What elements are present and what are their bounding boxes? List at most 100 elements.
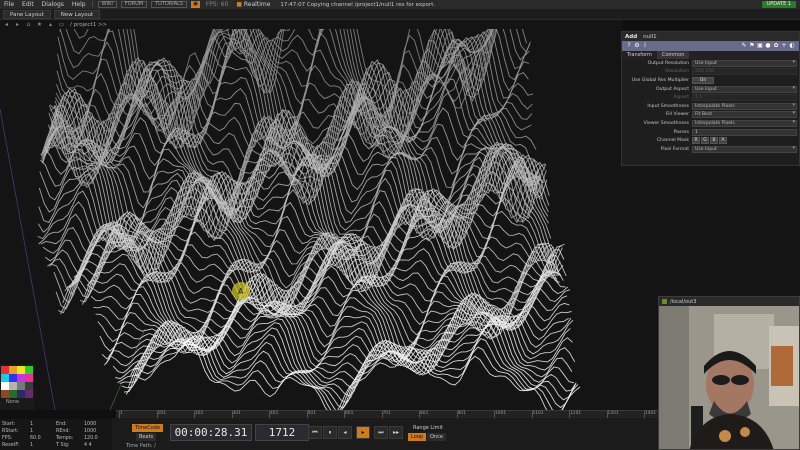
- python-icon[interactable]: ⚙: [633, 42, 641, 50]
- new-layout-button[interactable]: New Layout: [53, 9, 101, 19]
- help-icon[interactable]: ?: [625, 42, 633, 50]
- color-swatch[interactable]: [25, 382, 33, 390]
- tsig-field[interactable]: 4 4: [84, 443, 112, 450]
- settings-icon[interactable]: ✿: [772, 42, 780, 50]
- passes-field[interactable]: 1: [692, 128, 797, 136]
- go-end-button[interactable]: ⏭: [374, 426, 388, 439]
- output-aspect-select[interactable]: Use Input: [692, 85, 797, 93]
- fill-viewer-select[interactable]: Fit Best: [692, 111, 797, 119]
- resolution-field[interactable]: 256 256: [692, 68, 797, 76]
- param-rows: Output Resolution Use Input Resolution 2…: [622, 59, 799, 154]
- step-back-button[interactable]: ◂: [338, 426, 352, 439]
- ruler-tick: 501: [306, 411, 316, 419]
- color-swatch[interactable]: [17, 366, 25, 374]
- loop-button[interactable]: Loop: [408, 433, 426, 441]
- edit-icon[interactable]: ✎: [740, 42, 748, 50]
- tutorials-link[interactable]: TUTORIALS: [151, 1, 188, 8]
- forward-icon[interactable]: ▸: [13, 21, 22, 28]
- palette-none-label[interactable]: None: [6, 399, 34, 405]
- beats-button[interactable]: Beats: [136, 433, 157, 441]
- ruler-tick: 701: [381, 411, 391, 419]
- timeline-ruler[interactable]: 1 101 201 301 401 501 601 701 801 901 1001 1101 1201…: [116, 410, 658, 419]
- network-path[interactable]: / project1 >>: [70, 22, 107, 28]
- webcam-titlebar: /local/out3: [659, 297, 799, 306]
- param-passes: Passes 1: [622, 128, 799, 137]
- menu-file[interactable]: File: [0, 0, 18, 9]
- menu-dialogs[interactable]: Dialogs: [38, 0, 68, 9]
- cursor-label: A: [238, 287, 244, 296]
- channel-mask-buttons: R G B A: [692, 137, 728, 145]
- viewer-smoothness-select[interactable]: Interpolate Pixels: [692, 119, 797, 127]
- global-res-toggle[interactable]: On: [692, 76, 714, 84]
- up-icon[interactable]: ▴: [46, 21, 55, 28]
- stat-label: T Sig:: [56, 443, 70, 448]
- timecode-button[interactable]: TimeCode: [132, 424, 164, 432]
- output-resolution-select[interactable]: Use Input: [692, 59, 797, 67]
- camera-icon[interactable]: ▣: [756, 42, 764, 50]
- compare-icon[interactable]: ◐: [788, 42, 796, 50]
- info-icon[interactable]: i: [641, 42, 649, 50]
- start-field[interactable]: 1: [30, 422, 56, 429]
- window-icon: [662, 299, 667, 304]
- tempo-field[interactable]: 120.0: [84, 436, 112, 443]
- resetf-field[interactable]: 1: [30, 443, 56, 450]
- pane-layout-button[interactable]: Pane Layout: [3, 9, 51, 19]
- color-swatch[interactable]: [1, 390, 9, 398]
- color-swatch[interactable]: [1, 382, 9, 390]
- color-swatch[interactable]: [25, 374, 33, 382]
- menu-edit[interactable]: Edit: [18, 0, 38, 9]
- param-pixel-format: Pixel Format Use Input: [622, 145, 799, 154]
- param-global-res: Use Global Res Multiplier On: [622, 76, 799, 85]
- mask-r-button[interactable]: R: [692, 137, 700, 145]
- play-button[interactable]: ▸: [356, 426, 370, 439]
- rstart-field[interactable]: 1: [30, 429, 56, 436]
- color-swatch[interactable]: [1, 366, 9, 374]
- end-field[interactable]: 1000: [84, 422, 112, 429]
- update-button[interactable]: UPDATE 1: [761, 1, 796, 8]
- color-swatch[interactable]: [17, 390, 25, 398]
- tab-transform[interactable]: Transform: [622, 51, 657, 59]
- perform-mode-icon[interactable]: ▣: [191, 1, 200, 8]
- realtime-toggle[interactable]: ■ Realtime: [232, 0, 274, 9]
- go-start-button[interactable]: ⏮: [308, 426, 322, 439]
- color-swatch[interactable]: [9, 366, 17, 374]
- menu-help[interactable]: Help: [68, 0, 90, 9]
- color-swatch[interactable]: [1, 374, 9, 382]
- rend-field[interactable]: 1000: [84, 429, 112, 436]
- tab-common[interactable]: Common: [656, 51, 690, 59]
- fast-forward-button[interactable]: ▸▸: [389, 426, 403, 439]
- pixel-format-select[interactable]: Use Input: [692, 145, 797, 153]
- color-swatch[interactable]: [17, 374, 25, 382]
- color-swatch[interactable]: [9, 382, 17, 390]
- back-icon[interactable]: ◂: [2, 21, 11, 28]
- once-button[interactable]: Once: [427, 433, 446, 441]
- color-swatch[interactable]: [17, 382, 25, 390]
- input-smoothness-select[interactable]: Interpolate Pixels: [692, 102, 797, 110]
- mask-b-button[interactable]: B: [710, 137, 718, 145]
- mask-a-button[interactable]: A: [719, 137, 727, 145]
- wiki-link[interactable]: WIKI: [97, 1, 117, 8]
- bookmark-icon[interactable]: ★: [35, 21, 44, 28]
- color-swatch[interactable]: [25, 366, 33, 374]
- stat-label: ResetF:: [2, 443, 20, 448]
- color-swatch[interactable]: [9, 374, 17, 382]
- fps-field[interactable]: 60.0: [30, 436, 56, 443]
- pause-button[interactable]: ⏸: [323, 426, 337, 439]
- color-swatch[interactable]: [9, 390, 17, 398]
- frame-display[interactable]: 1712: [255, 424, 309, 441]
- stat-label: End:: [56, 422, 67, 427]
- time-display[interactable]: 00:00:28.31: [170, 424, 252, 441]
- home-icon[interactable]: ⌂: [24, 21, 33, 28]
- timeline-stats: Start: 1 End: 1000 RStart: 1 REnd: 1000 …: [0, 419, 112, 450]
- mask-g-button[interactable]: G: [701, 137, 709, 145]
- forum-link[interactable]: FORUM: [120, 1, 148, 8]
- param-add-label[interactable]: Add: [622, 34, 640, 40]
- operator-name[interactable]: null1: [640, 34, 660, 40]
- ruler-tick: 1401: [643, 411, 657, 419]
- folder-icon[interactable]: ▭: [57, 21, 66, 28]
- add-icon[interactable]: +: [780, 42, 788, 50]
- color-icon[interactable]: ●: [764, 42, 772, 50]
- color-swatch[interactable]: [25, 390, 33, 398]
- aspect-field[interactable]: 1 1: [692, 94, 797, 102]
- flag-icon[interactable]: ⚑: [748, 42, 756, 50]
